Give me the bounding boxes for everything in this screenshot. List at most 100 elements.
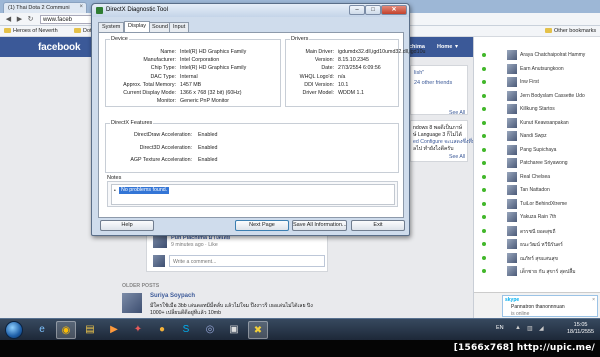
explorer-folder-icon[interactable]: ▤	[80, 321, 100, 339]
volume-icon[interactable]: ◢	[539, 325, 544, 332]
see-all-link[interactable]: See All	[449, 154, 465, 160]
chat-friend[interactable]: Real Chelsea	[474, 171, 600, 183]
chat-friend[interactable]: Tan Nattadon	[474, 184, 600, 196]
tab-system[interactable]: System	[98, 22, 125, 32]
bookmark-heroes[interactable]: Heroes of Neverth	[4, 28, 58, 34]
minimize-button[interactable]: –	[349, 5, 365, 15]
address-bar[interactable]: www.faceb	[40, 15, 92, 24]
older-posts-label: OLDER POSTS	[122, 283, 160, 289]
chat-friend[interactable]: Jern Bodyslam Cassette Udo	[474, 90, 600, 102]
friends-link[interactable]: 24 other friends	[414, 80, 452, 86]
friend-name: TuiLor BehindXtreme	[520, 200, 568, 207]
notes-textbox[interactable]: • No problems found.	[111, 184, 395, 205]
app-icon[interactable]: ▣	[224, 321, 244, 339]
chat-friend[interactable]: Pang Supichaya	[474, 144, 600, 156]
notes-line[interactable]: No problems found.	[119, 187, 170, 194]
device-group: Device Name: Intel(R) HD Graphics Family M…	[105, 36, 281, 107]
info-row: Driver Model: WDDM 1.1	[286, 90, 398, 97]
taskbar: e ◉ ▤ ▶ ✦ ● S ◎ ▣ ✖ EN ▲ ▥ ◢ 15:05 18/11…	[0, 318, 600, 340]
see-all-link[interactable]: See All	[449, 110, 465, 116]
tray-arrow-icon[interactable]: ▲	[515, 325, 521, 331]
account-menu-icon[interactable]: ▾	[455, 43, 458, 50]
facebook-logo[interactable]: facebook	[38, 42, 81, 53]
window-title: DirectX Diagnostic Tool	[106, 7, 168, 13]
reload-icon[interactable]: ↻	[26, 15, 35, 24]
chat-friend[interactable]: Earn Anutsungkoon	[474, 63, 600, 75]
other-bookmarks[interactable]: Other bookmarks	[545, 28, 596, 34]
avatar	[507, 171, 517, 182]
chat-sidebar: Araya Chatchaipolrat Hammy Earn Anutsungk…	[473, 37, 600, 318]
online-dot-icon	[482, 66, 486, 71]
chat-friend[interactable]: เด็กชาย กัน สุขาร์ สุดปลื้ม	[474, 265, 600, 277]
info-value: n/a	[338, 73, 346, 80]
close-tab-icon[interactable]: ×	[79, 4, 83, 10]
clock[interactable]: 15:05 18/11/2555	[567, 322, 594, 336]
media-player-icon[interactable]: ▶	[104, 321, 124, 339]
online-dot-icon	[482, 53, 486, 57]
close-button[interactable]: ✕	[381, 5, 407, 15]
flash-icon[interactable]: ✦	[128, 321, 148, 339]
dxdiag-titlebar[interactable]: DirectX Diagnostic Tool – □ ✕	[92, 4, 409, 17]
help-button[interactable]: Help	[100, 220, 154, 231]
steam-icon[interactable]: ◎	[200, 321, 220, 339]
avatar	[507, 90, 517, 101]
chat-friend[interactable]: ดรรชนี ยอดสุขถี	[474, 225, 600, 237]
info-key: Main Driver:	[305, 49, 334, 55]
start-button[interactable]	[5, 321, 23, 339]
info-value: Enabled	[198, 144, 218, 151]
notes-group: • No problems found.	[107, 181, 398, 207]
skype-logo: skype	[505, 297, 520, 303]
skype-notification[interactable]: skype × Pannatron thanonnnuan is online	[502, 295, 598, 317]
chat-friend[interactable]: Yakuza Rain 7th	[474, 211, 600, 223]
chat-friend[interactable]: Patcharee Sriyawong	[474, 157, 600, 169]
info-row: DAC Type: Internal	[106, 74, 280, 81]
exit-button[interactable]: Exit	[351, 220, 405, 231]
back-icon[interactable]: ◀	[4, 15, 13, 24]
network-icon[interactable]: ▥	[527, 325, 533, 332]
chat-friend[interactable]: Araya Chatchaipolrat Hammy	[474, 49, 600, 61]
folder-icon	[74, 28, 81, 34]
watermark-strip: [1566x768] http://upic.me/	[0, 340, 600, 357]
avatar	[507, 158, 517, 168]
browser-tab[interactable]: (1) Thai Dota 2 Communi ×	[3, 2, 87, 13]
info-value: Intel Corporation	[180, 57, 220, 64]
friend-name: Killkung Startos	[520, 106, 555, 112]
chat-friend[interactable]: Killkung Startos	[474, 103, 600, 115]
skype-icon[interactable]: S	[176, 321, 196, 339]
maximize-button[interactable]: □	[365, 5, 381, 15]
chat-friend[interactable]: ณภัทร์ สุขแสนสุข	[474, 252, 600, 264]
info-key: WHQL Logo'd:	[299, 73, 334, 80]
info-row: Current Display Mode: 1366 x 768 (32 bit)…	[106, 90, 280, 97]
info-value: Generic PnP Monitor	[180, 98, 230, 105]
tab-display[interactable]: Display	[124, 21, 151, 32]
language-indicator[interactable]: EN	[496, 325, 504, 331]
coin-icon[interactable]: ●	[152, 321, 172, 339]
save-all-button[interactable]: Save All Information...	[292, 220, 347, 231]
avatar[interactable]	[153, 234, 167, 248]
dxdiag-taskbar-icon[interactable]: ✖	[248, 321, 268, 339]
avatar	[507, 185, 517, 195]
skype-contact-status: is online	[511, 311, 530, 317]
internet-explorer-icon[interactable]: e	[32, 321, 52, 339]
comment-input[interactable]: Write a comment...	[169, 255, 325, 267]
online-dot-icon	[482, 228, 486, 233]
side-link[interactable]: lish"	[414, 70, 424, 76]
chat-friend[interactable]: Inw First	[474, 76, 600, 88]
next-page-button[interactable]: Next Page	[235, 220, 289, 231]
chat-friend[interactable]: TuiLor BehindXtreme	[474, 198, 600, 210]
info-value: igdumdx32.dll,igd10umd32.dll,igd10u	[338, 49, 426, 55]
home-link[interactable]: Home	[437, 44, 452, 50]
dxdiag-icon	[96, 7, 103, 14]
chat-friend[interactable]: Nandi Swpz	[474, 130, 600, 142]
chat-friend[interactable]: ธนะวัฒน์ หวีนิรันดร์	[474, 238, 600, 250]
avatar[interactable]	[122, 293, 142, 313]
post-author[interactable]: Suriya Soypach	[150, 293, 195, 299]
info-row: Manufacturer: Intel Corporation	[106, 57, 280, 64]
tab-input[interactable]: Input	[169, 22, 190, 32]
close-icon[interactable]: ×	[592, 297, 595, 303]
chrome-icon[interactable]: ◉	[56, 321, 76, 339]
chat-friend[interactable]: Kunut Keawsanpakan	[474, 117, 600, 129]
friend-name: ณภัทร์ สุขแสนสุข	[520, 255, 558, 262]
forward-icon[interactable]: ▶	[15, 15, 24, 24]
system-tray: EN ▲ ▥ ◢ 15:05 18/11/2555	[493, 319, 600, 341]
